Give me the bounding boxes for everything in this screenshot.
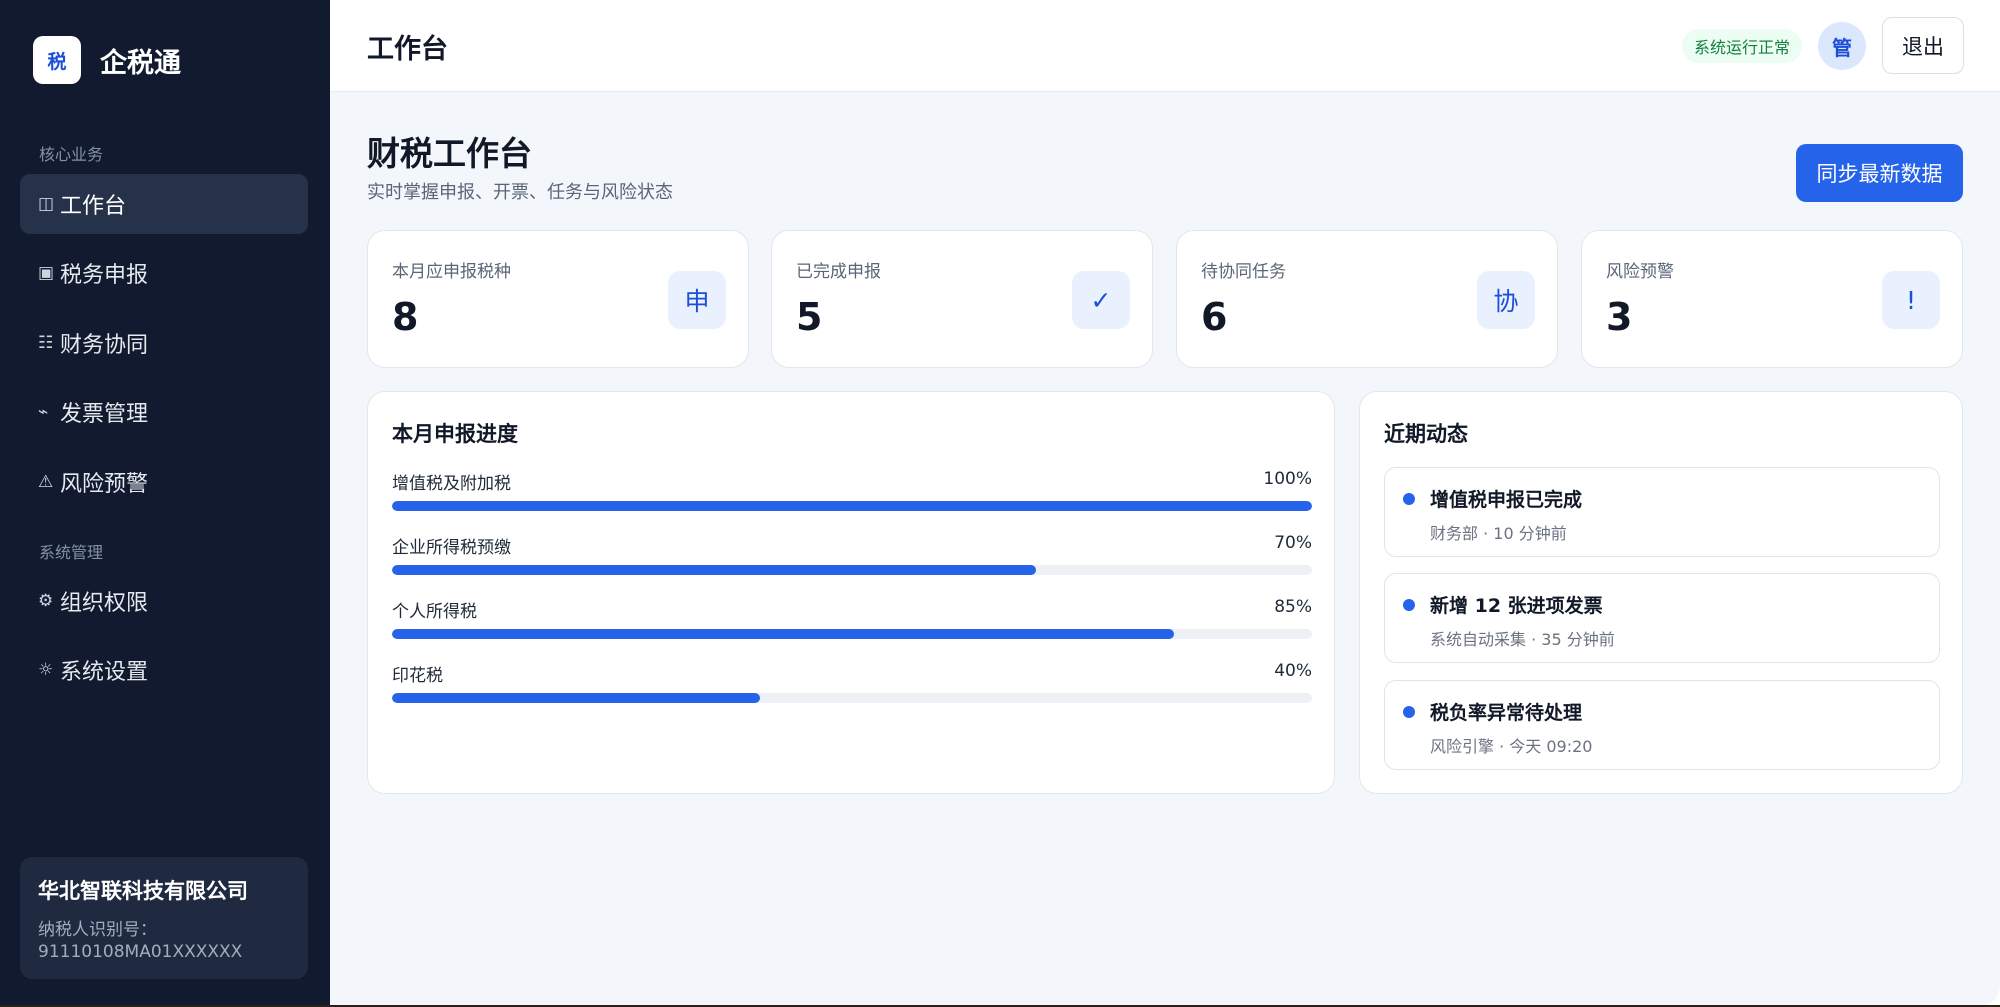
progress-row: 企业所得税预缴 70% xyxy=(392,533,1312,575)
exclamation-icon: ! xyxy=(1882,271,1940,329)
collaboration-icon: 协 xyxy=(1477,271,1535,329)
section-label-core: 核心业务 xyxy=(39,145,104,164)
activity-title: 增值税申报已完成 xyxy=(1430,489,1583,511)
progress-percent: 100% xyxy=(1263,469,1312,489)
progress-track xyxy=(392,693,1312,703)
progress-percent: 70% xyxy=(1274,533,1312,553)
stat-label: 待协同任务 xyxy=(1201,262,1286,282)
stat-label: 本月应申报税种 xyxy=(392,262,511,282)
activity-item[interactable]: 税负率异常待处理 风险引擎 · 今天 09:20 xyxy=(1384,680,1940,770)
sidebar-item-tax-filing[interactable]: ▣ 税务申报 xyxy=(20,243,308,303)
settings-icon: ☼ xyxy=(38,660,54,680)
stat-value: 3 xyxy=(1606,295,1633,339)
tax-id-value: 91110108MA01XXXXXX xyxy=(38,942,243,962)
org-permissions-icon: ⚙ xyxy=(38,591,54,611)
page-subtitle: 实时掌握申报、开票、任务与风险状态 xyxy=(367,182,673,203)
stat-label: 已完成申报 xyxy=(796,262,881,282)
sidebar-item-label: 工作台 xyxy=(60,194,127,219)
progress-panel: 本月申报进度 增值税及附加税 100% 企业所得税预缴 70% 个人所得税 85… xyxy=(367,391,1335,794)
filing-icon: 申 xyxy=(668,271,726,329)
progress-track xyxy=(392,629,1312,639)
sidebar-item-risk-alerts[interactable]: ⚠ 风险预警 xyxy=(20,452,308,512)
status-dot-icon xyxy=(1403,706,1415,718)
status-dot-icon xyxy=(1403,493,1415,505)
main-content: 工作台 系统运行正常 管 退出 财税工作台 实时掌握申报、开票、任务与风险状态 … xyxy=(330,0,2000,1007)
section-label-system: 系统管理 xyxy=(39,543,104,562)
tax-id-label: 纳税人识别号： xyxy=(38,920,157,940)
collaboration-icon: ☷ xyxy=(38,333,54,353)
progress-label: 个人所得税 xyxy=(392,602,477,622)
dashboard-icon: ◫ xyxy=(38,194,55,214)
progress-fill xyxy=(392,501,1312,511)
stat-card-risk-alerts: 风险预警 3 ! xyxy=(1581,230,1963,368)
progress-row: 印花税 40% xyxy=(392,661,1312,703)
stat-value: 5 xyxy=(796,295,823,339)
activity-item[interactable]: 增值税申报已完成 财务部 · 10 分钟前 xyxy=(1384,467,1940,557)
progress-percent: 85% xyxy=(1274,597,1312,617)
stat-card-completed: 已完成申报 5 ✓ xyxy=(771,230,1153,368)
avatar[interactable]: 管 xyxy=(1818,22,1866,70)
activity-meta: 系统自动采集 · 35 分钟前 xyxy=(1430,630,1615,649)
sidebar-item-label: 组织权限 xyxy=(60,591,149,616)
warning-icon: ⚠ xyxy=(38,472,54,492)
progress-label: 企业所得税预缴 xyxy=(392,538,511,558)
sidebar-item-label: 风险预警 xyxy=(60,472,149,497)
page-title: 财税工作台 xyxy=(367,134,532,173)
activity-item[interactable]: 新增 12 张进项发票 系统自动采集 · 35 分钟前 xyxy=(1384,573,1940,663)
stat-card-tax-types: 本月应申报税种 8 申 xyxy=(367,230,749,368)
checkmark-icon: ✓ xyxy=(1072,271,1130,329)
progress-label: 增值税及附加税 xyxy=(392,474,511,494)
status-badge: 系统运行正常 xyxy=(1682,29,1803,63)
stat-value: 8 xyxy=(392,295,419,339)
progress-fill xyxy=(392,693,760,703)
sidebar-item-label: 财务协同 xyxy=(60,333,149,358)
progress-label: 印花税 xyxy=(392,666,443,686)
app-window: 税 企税通 核心业务 ◫ 工作台 ▣ 税务申报 ☷ 财务协同 ⌁ 发票管理 ⚠ … xyxy=(0,0,2000,1007)
company-card: 华北智联科技有限公司 纳税人识别号： 91110108MA01XXXXXX xyxy=(20,857,308,979)
sidebar-item-label: 系统设置 xyxy=(60,660,149,685)
progress-track xyxy=(392,565,1312,575)
progress-percent: 40% xyxy=(1274,661,1312,681)
progress-fill xyxy=(392,565,1036,575)
progress-fill xyxy=(392,629,1174,639)
sidebar-item-label: 税务申报 xyxy=(60,263,149,288)
stat-value: 6 xyxy=(1201,295,1228,339)
activity-panel: 近期动态 增值税申报已完成 财务部 · 10 分钟前 新增 12 张进项发票 系… xyxy=(1359,391,1963,794)
panel-title: 本月申报进度 xyxy=(392,422,518,446)
brand: 税 企税通 xyxy=(33,36,181,84)
sidebar-item-settings[interactable]: ☼ 系统设置 xyxy=(20,640,308,700)
sync-data-button[interactable]: 同步最新数据 xyxy=(1796,144,1963,202)
invoice-icon: ⌁ xyxy=(38,402,49,422)
status-dot-icon xyxy=(1403,599,1415,611)
progress-row: 增值税及附加税 100% xyxy=(392,469,1312,511)
activity-meta: 风险引擎 · 今天 09:20 xyxy=(1430,737,1593,756)
topbar: 工作台 系统运行正常 管 退出 xyxy=(330,0,2000,92)
brand-logo: 税 xyxy=(33,36,81,84)
activity-meta: 财务部 · 10 分钟前 xyxy=(1430,524,1567,543)
sidebar-item-dashboard[interactable]: ◫ 工作台 xyxy=(20,174,308,234)
sidebar-item-label: 发票管理 xyxy=(60,402,149,427)
progress-track xyxy=(392,501,1312,511)
sidebar: 税 企税通 核心业务 ◫ 工作台 ▣ 税务申报 ☷ 财务协同 ⌁ 发票管理 ⚠ … xyxy=(0,0,330,1007)
stat-card-pending-tasks: 待协同任务 6 协 xyxy=(1176,230,1558,368)
brand-name: 企税通 xyxy=(100,47,181,79)
activity-title: 税负率异常待处理 xyxy=(1430,702,1583,724)
logout-button[interactable]: 退出 xyxy=(1882,17,1964,74)
sidebar-item-collaboration[interactable]: ☷ 财务协同 xyxy=(20,313,308,373)
tax-filing-icon: ▣ xyxy=(38,263,55,283)
company-name: 华北智联科技有限公司 xyxy=(38,879,248,903)
progress-row: 个人所得税 85% xyxy=(392,597,1312,639)
topbar-title: 工作台 xyxy=(367,34,448,65)
panel-title: 近期动态 xyxy=(1384,422,1468,446)
stat-label: 风险预警 xyxy=(1606,262,1674,282)
sidebar-item-org-permissions[interactable]: ⚙ 组织权限 xyxy=(20,571,308,631)
activity-title: 新增 12 张进项发票 xyxy=(1430,595,1603,617)
sidebar-item-invoices[interactable]: ⌁ 发票管理 xyxy=(20,382,308,442)
